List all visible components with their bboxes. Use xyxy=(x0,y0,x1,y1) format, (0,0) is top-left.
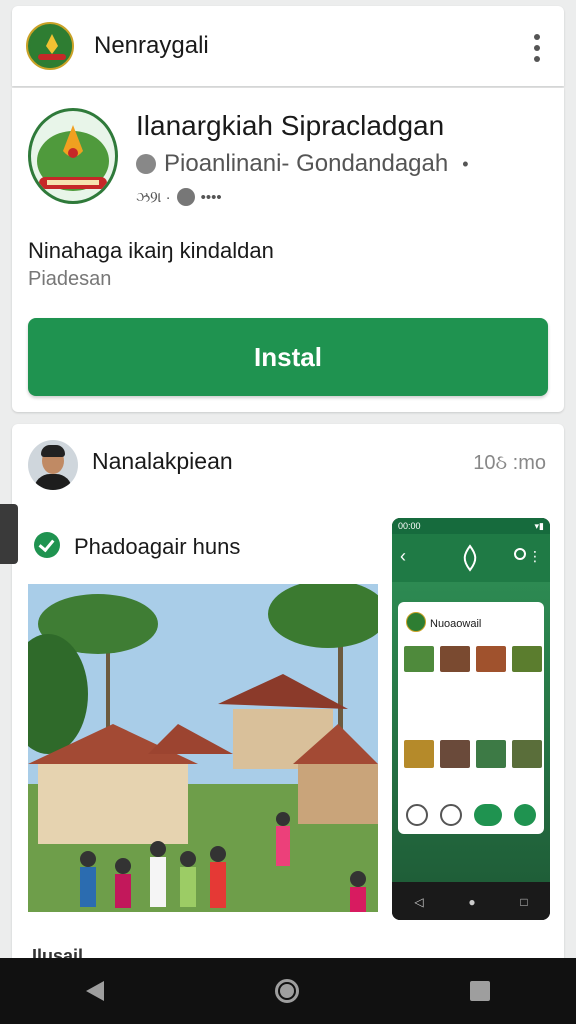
phone-status-time: 00:00 xyxy=(398,521,421,531)
phone-thumbs-row-1 xyxy=(404,646,542,672)
post-time: 10ઠ :mo xyxy=(473,452,546,474)
phone-card-logo xyxy=(406,612,426,632)
location-pin-icon xyxy=(136,154,156,174)
phone-screenshot[interactable]: 00:00 ▾▮ ‹ ⋮ Nuoaowail ◁ ● □ xyxy=(392,518,550,920)
phone-signal-icon: ▾▮ xyxy=(534,521,544,531)
phone-home-icon: ● xyxy=(468,895,476,909)
header-title: Nenraygali xyxy=(94,32,209,59)
post-photo[interactable] xyxy=(28,584,378,912)
circle-home-icon[interactable] xyxy=(274,979,299,1003)
post-tag: Phadoagair huns xyxy=(74,534,241,559)
post-author[interactable]: Nanalakpiean xyxy=(92,448,233,475)
app-developer[interactable]: Pioanlinani- Gondandagah • xyxy=(136,150,469,178)
app-logo xyxy=(28,108,118,204)
chevron-left-icon: ‹ xyxy=(400,546,406,566)
search-icon xyxy=(514,548,526,560)
install-button[interactable]: Instal xyxy=(28,318,548,396)
phone-nav-bar: ◁ ● □ xyxy=(392,884,550,920)
phone-status-bar: 00:00 ▾▮ xyxy=(392,518,550,534)
avatar-body xyxy=(34,474,72,490)
phone-card: Nuoaowail xyxy=(398,602,544,834)
avatar[interactable] xyxy=(28,440,78,490)
edge-panel-handle[interactable] xyxy=(0,504,18,564)
meta-left: ઝ9ા · xyxy=(136,188,171,206)
developer-suffix: • xyxy=(462,153,469,174)
app-description: Ninahaga ikaiŋ kindaldan xyxy=(28,238,274,263)
more-vertical-icon[interactable] xyxy=(534,34,540,62)
phone-back-icon: ◁ xyxy=(414,895,424,909)
phone-recent-icon: □ xyxy=(520,895,528,909)
triangle-back-icon[interactable] xyxy=(85,981,104,1001)
more-vertical-icon-small: ⋮ xyxy=(528,548,542,564)
app-meta: ઝ9ા · •••• xyxy=(136,188,222,206)
app-detail-card: Ilanargkiah Sipracladgan Pioanlinani- Go… xyxy=(12,88,564,412)
check-circle-icon xyxy=(34,532,60,558)
phone-card-title: Nuoaowail xyxy=(430,618,482,630)
developer-name: Pioanlinani- Gondandagah xyxy=(164,150,449,177)
app-name: Ilanargkiah Sipracladgan xyxy=(136,110,445,141)
globe-icon xyxy=(176,188,195,206)
app-logo-small xyxy=(26,22,74,70)
flame-icon xyxy=(463,544,477,572)
square-recents-icon[interactable] xyxy=(470,981,491,1001)
system-nav-bar xyxy=(0,958,576,1024)
phone-thumbs-row-2 xyxy=(404,740,542,768)
phone-card-actions xyxy=(406,804,536,826)
app-subtext: Piadesan xyxy=(28,268,112,290)
app-header: Nenraygali xyxy=(12,6,564,86)
phone-app-bar: ‹ ⋮ xyxy=(392,534,550,582)
meta-right: •••• xyxy=(200,188,222,206)
post-card: Nanalakpiean 10ઠ :mo Phadoagair huns 00:… xyxy=(12,424,564,984)
avatar-hair xyxy=(41,445,65,457)
